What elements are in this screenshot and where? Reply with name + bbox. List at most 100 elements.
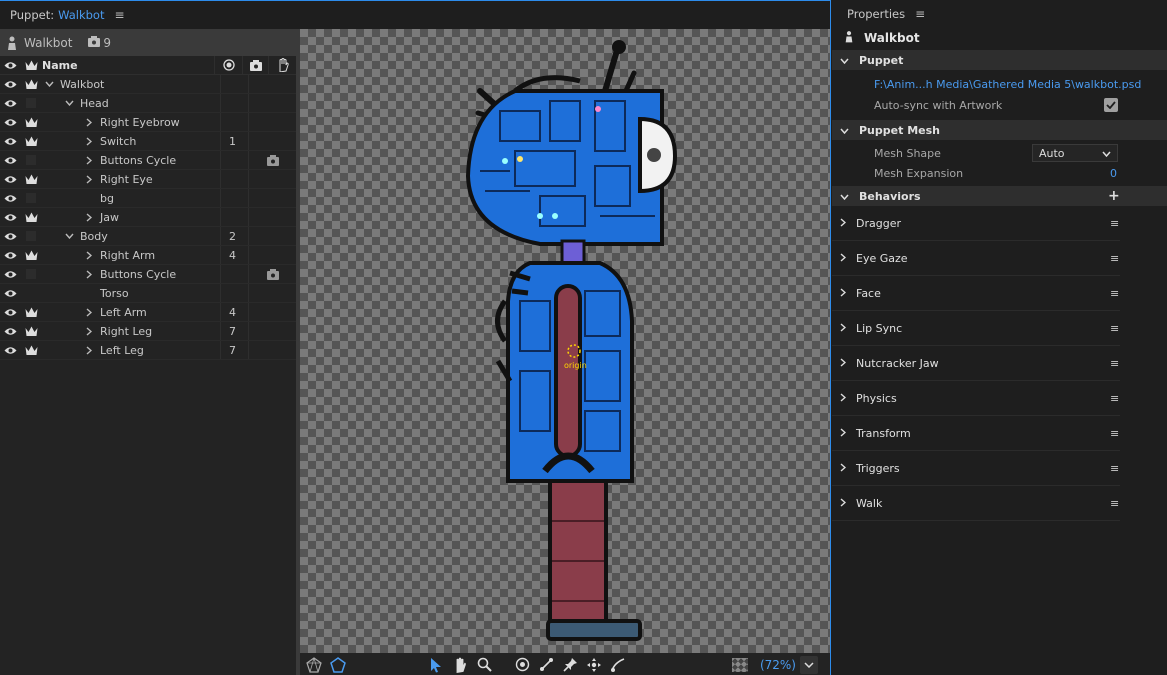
behavior-item[interactable]: Dragger ≡ (832, 206, 1120, 241)
eye-icon[interactable] (0, 175, 20, 184)
chevron-right-icon[interactable] (84, 345, 94, 355)
layer-row[interactable]: Buttons Cycle (0, 151, 296, 170)
chevron-right-icon[interactable] (84, 326, 94, 336)
puppet-section-header[interactable]: Puppet (832, 50, 1167, 70)
crown-slot[interactable] (20, 193, 42, 203)
behavior-item[interactable]: Transform ≡ (832, 416, 1120, 451)
crown-slot[interactable] (20, 231, 42, 241)
layer-row[interactable]: Right Eyebrow (0, 113, 296, 132)
hamburger-icon[interactable]: ≡ (1110, 392, 1119, 405)
behavior-item[interactable]: Triggers ≡ (832, 451, 1120, 486)
mesh-expansion-value[interactable]: 0 (1110, 167, 1117, 180)
hamburger-icon[interactable]: ≡ (1110, 357, 1119, 370)
crown-icon[interactable] (20, 212, 42, 223)
camera-icon[interactable] (248, 151, 296, 169)
outline-icon[interactable] (326, 654, 350, 675)
chevron-right-icon[interactable] (840, 322, 847, 335)
crown-icon[interactable] (20, 345, 42, 356)
select-arrow-icon[interactable] (424, 654, 448, 675)
crown-icon[interactable] (20, 136, 42, 147)
puppet-panel-header[interactable]: Puppet: Walkbot ≡ (0, 1, 830, 28)
behavior-item[interactable]: Lip Sync ≡ (832, 311, 1120, 346)
transparency-grid-icon[interactable] (732, 657, 748, 672)
layer-row[interactable]: bg (0, 189, 296, 208)
eye-icon[interactable] (0, 118, 20, 127)
chevron-right-icon[interactable] (840, 392, 847, 405)
eye-icon[interactable] (0, 99, 20, 108)
hamburger-icon[interactable]: ≡ (1110, 252, 1119, 265)
hamburger-icon[interactable]: ≡ (915, 7, 925, 21)
chevron-right-icon[interactable] (84, 307, 94, 317)
bend-tool-icon[interactable] (606, 654, 630, 675)
crown-icon[interactable] (20, 79, 42, 90)
eye-icon[interactable] (0, 61, 20, 70)
hamburger-icon[interactable]: ≡ (1110, 217, 1119, 230)
hand-icon[interactable] (268, 56, 296, 74)
crown-slot[interactable] (20, 98, 42, 108)
crown-slot[interactable] (20, 269, 42, 279)
layer-row[interactable]: Walkbot (0, 75, 296, 94)
eye-icon[interactable] (0, 213, 20, 222)
properties-header[interactable]: Properties ≡ (832, 0, 1167, 27)
crown-icon[interactable] (20, 250, 42, 261)
chevron-down-icon[interactable] (44, 81, 54, 87)
eye-icon[interactable] (0, 289, 20, 298)
hamburger-icon[interactable]: ≡ (1110, 462, 1119, 475)
layer-row[interactable]: Right Arm 4 (0, 246, 296, 265)
stick-tool-icon[interactable] (534, 654, 558, 675)
zoom-level[interactable]: (72%) (760, 658, 796, 672)
eye-icon[interactable] (0, 156, 20, 165)
zoom-dropdown-chevron-icon[interactable] (800, 655, 818, 674)
camera-column-icon[interactable] (242, 56, 268, 74)
eye-icon[interactable] (0, 80, 20, 89)
zoom-tool-icon[interactable] (472, 654, 496, 675)
mesh-icon[interactable] (302, 654, 326, 675)
chevron-right-icon[interactable] (840, 252, 847, 265)
chevron-right-icon[interactable] (84, 136, 94, 146)
hand-tool-icon[interactable] (448, 654, 472, 675)
crown-icon[interactable] (20, 326, 42, 337)
eye-icon[interactable] (0, 327, 20, 336)
eye-icon[interactable] (0, 346, 20, 355)
chevron-right-icon[interactable] (840, 427, 847, 440)
chevron-right-icon[interactable] (840, 217, 847, 230)
layer-row[interactable]: Head (0, 94, 296, 113)
eye-icon[interactable] (0, 308, 20, 317)
chevron-down-icon[interactable] (840, 54, 849, 67)
layer-row[interactable]: Right Eye (0, 170, 296, 189)
name-column-label[interactable]: Name (42, 56, 214, 74)
crown-icon[interactable] (20, 174, 42, 185)
layer-row[interactable]: Torso (0, 284, 296, 303)
record-icon[interactable] (214, 56, 242, 74)
chevron-right-icon[interactable] (840, 357, 847, 370)
chevron-right-icon[interactable] (84, 250, 94, 260)
mesh-shape-select[interactable]: Auto (1032, 144, 1118, 162)
dragger-tool-icon[interactable] (582, 654, 606, 675)
autosync-checkbox[interactable] (1104, 98, 1118, 112)
behavior-item[interactable]: Physics ≡ (832, 381, 1120, 416)
behavior-item[interactable]: Walk ≡ (832, 486, 1120, 521)
chevron-right-icon[interactable] (84, 117, 94, 127)
eye-icon[interactable] (0, 251, 20, 260)
puppet-canvas[interactable]: origin (300, 29, 830, 653)
crown-icon[interactable] (20, 60, 42, 71)
pin-tool-icon[interactable] (558, 654, 582, 675)
chevron-down-icon[interactable] (64, 233, 74, 239)
chevron-right-icon[interactable] (840, 462, 847, 475)
layer-row[interactable]: Left Leg 7 (0, 341, 296, 360)
behaviors-section-header[interactable]: Behaviors + (832, 186, 1167, 206)
layer-row[interactable]: Body 2 (0, 227, 296, 246)
crown-slot[interactable] (20, 155, 42, 165)
hamburger-icon[interactable]: ≡ (1110, 497, 1119, 510)
crown-icon[interactable] (20, 117, 42, 128)
chevron-down-icon[interactable] (840, 124, 849, 137)
eye-icon[interactable] (0, 137, 20, 146)
layer-row[interactable]: Left Arm 4 (0, 303, 296, 322)
chevron-right-icon[interactable] (84, 174, 94, 184)
add-behavior-plus-icon[interactable]: + (1108, 188, 1120, 204)
chevron-right-icon[interactable] (840, 497, 847, 510)
chevron-down-icon[interactable] (64, 100, 74, 106)
file-path-link[interactable]: F:\Anim...h Media\Gathered Media 5\walkb… (874, 78, 1141, 91)
camera-icon[interactable] (248, 265, 296, 283)
eye-icon[interactable] (0, 232, 20, 241)
